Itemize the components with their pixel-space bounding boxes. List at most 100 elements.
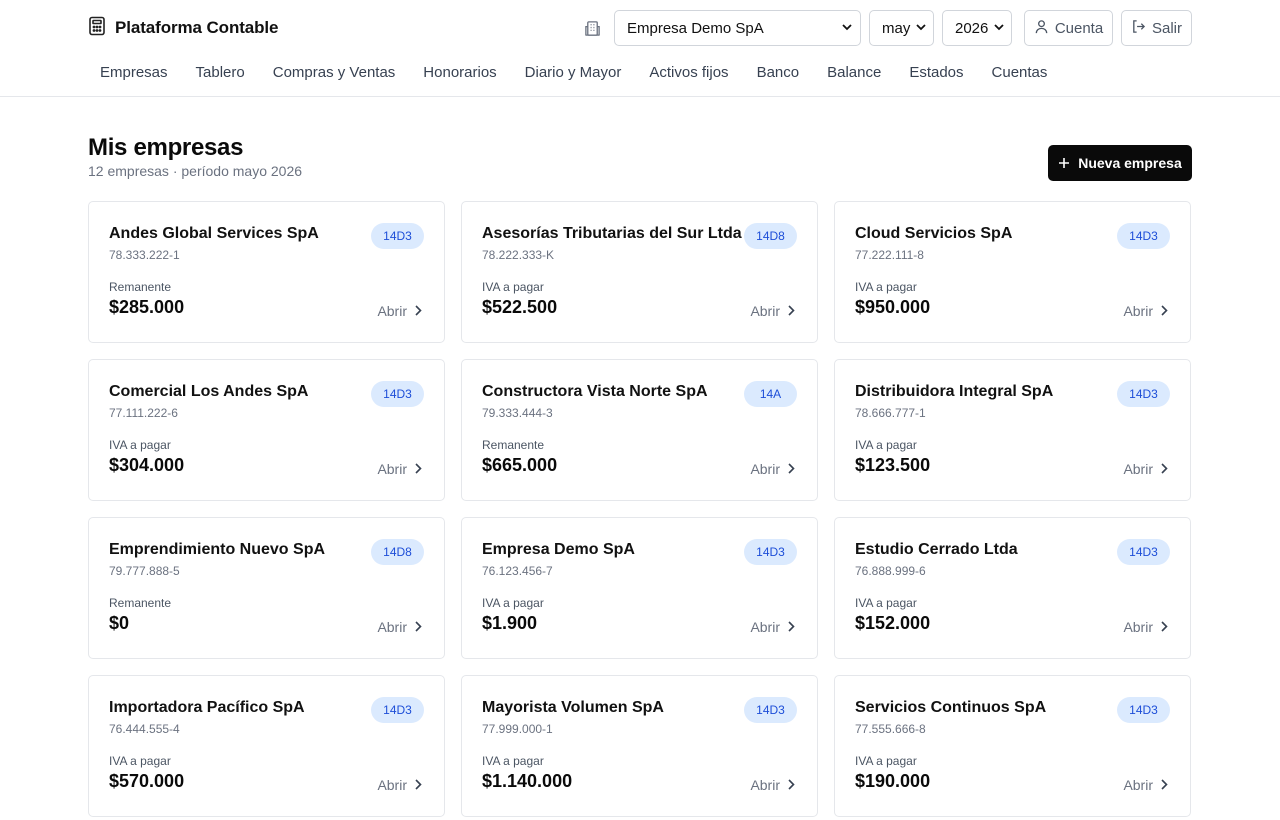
company-rut: 77.555.666-8 (855, 722, 926, 736)
company-card[interactable]: Comercial Los Andes SpA 77.111.222-6 14D3 I… (88, 359, 445, 501)
regime-badge: 14D3 (371, 381, 424, 407)
amount-label: IVA a pagar (855, 596, 917, 610)
regime-badge: 14D3 (744, 697, 797, 723)
month-select[interactable]: may (869, 10, 934, 46)
building-icon (584, 19, 602, 37)
regime-badge: 14D8 (371, 539, 424, 565)
amount-value: $123.500 (855, 455, 931, 475)
company-name: Andes Global Services SpA (109, 225, 319, 242)
company-card[interactable]: Asesorías Tributarias del Sur Ltda 78.222… (461, 201, 818, 343)
open-label: Abrir (377, 777, 407, 793)
account-button[interactable]: Cuenta (1024, 10, 1113, 46)
chevron-right-icon (788, 303, 795, 319)
open-company-link[interactable]: Abrir (1123, 777, 1168, 793)
amount-value: $950.000 (855, 297, 931, 317)
amount-label: IVA a pagar (855, 280, 917, 294)
amount-label: IVA a pagar (482, 754, 544, 768)
amount-value: $1.140.000 (482, 771, 573, 791)
app-title: Plataforma Contable (115, 18, 279, 37)
company-card[interactable]: Andes Global Services SpA 78.333.222-1 14D… (88, 201, 445, 343)
chevron-down-icon (916, 22, 926, 34)
nav-item-compras-ventas[interactable]: Compras y Ventas (259, 63, 410, 83)
company-name: Estudio Cerrado Ltda (855, 541, 1018, 558)
chevron-right-icon (415, 777, 422, 793)
nav-item-cuentas[interactable]: Cuentas (978, 63, 1062, 83)
open-company-link[interactable]: Abrir (1123, 303, 1168, 319)
company-card[interactable]: Estudio Cerrado Ltda 76.888.999-6 14D3 IVA … (834, 517, 1191, 659)
company-select[interactable]: Empresa Demo SpA (614, 10, 861, 46)
new-company-label: Nueva empresa (1078, 155, 1182, 171)
open-label: Abrir (750, 619, 780, 635)
amount-value: $304.000 (109, 455, 185, 475)
company-rut: 79.777.888-5 (109, 564, 180, 578)
new-company-button[interactable]: Nueva empresa (1048, 145, 1192, 181)
open-company-link[interactable]: Abrir (377, 461, 422, 477)
company-rut: 76.444.555-4 (109, 722, 180, 736)
nav-item-tablero[interactable]: Tablero (182, 63, 259, 83)
company-card[interactable]: Distribuidora Integral SpA 78.666.777-1 14… (834, 359, 1191, 501)
header-controls: Empresa Demo SpA may 2026 Cuenta Salir (584, 10, 1192, 46)
page-title: Mis empresas (88, 134, 244, 161)
nav-item-balance[interactable]: Balance (813, 63, 895, 83)
company-grid: Andes Global Services SpA 78.333.222-1 14D… (88, 201, 1192, 817)
open-company-link[interactable]: Abrir (377, 619, 422, 635)
regime-badge: 14D3 (1117, 697, 1170, 723)
company-rut: 78.666.777-1 (855, 406, 926, 420)
open-label: Abrir (1123, 777, 1153, 793)
brand[interactable]: Plataforma Contable (88, 16, 279, 39)
amount-label: Remanente (109, 280, 172, 294)
month-select-value: may (882, 19, 911, 37)
nav-item-empresas[interactable]: Empresas (86, 63, 182, 83)
company-name: Cloud Servicios SpA (855, 225, 1013, 242)
chevron-right-icon (1161, 619, 1168, 635)
open-company-link[interactable]: Abrir (377, 303, 422, 319)
nav-item-diario-mayor[interactable]: Diario y Mayor (511, 63, 636, 83)
nav-item-honorarios[interactable]: Honorarios (409, 63, 510, 83)
company-rut: 77.111.222-6 (109, 406, 178, 420)
company-name: Asesorías Tributarias del Sur Ltda (482, 225, 742, 242)
company-card[interactable]: Empresa Demo SpA 76.123.456-7 14D3 IVA a pa… (461, 517, 818, 659)
main-nav: Empresas Tablero Compras y Ventas Honora… (86, 63, 1061, 83)
nav-item-estados[interactable]: Estados (895, 63, 977, 83)
company-card[interactable]: Cloud Servicios SpA 77.222.111-8 14D3 IVA a… (834, 201, 1191, 343)
logout-button[interactable]: Salir (1121, 10, 1192, 46)
nav-item-activos-fijos[interactable]: Activos fijos (635, 63, 742, 83)
open-company-link[interactable]: Abrir (750, 461, 795, 477)
regime-badge: 14A (744, 381, 797, 407)
company-card[interactable]: Mayorista Volumen SpA 77.999.000-1 14D3 IVA… (461, 675, 818, 817)
company-card[interactable]: Servicios Continuos SpA 77.555.666-8 14D3 I… (834, 675, 1191, 817)
company-card[interactable]: Importadora Pacífico SpA 76.444.555-4 14D3… (88, 675, 445, 817)
top-header: Plataforma Contable Empresa Demo SpA may… (0, 0, 1280, 97)
company-rut: 78.222.333-K (482, 248, 555, 262)
open-company-link[interactable]: Abrir (750, 619, 795, 635)
company-rut: 77.999.000-1 (482, 722, 553, 736)
user-icon (1034, 19, 1049, 38)
amount-value: $665.000 (482, 455, 558, 475)
open-company-link[interactable]: Abrir (1123, 619, 1168, 635)
open-company-link[interactable]: Abrir (750, 777, 795, 793)
open-label: Abrir (750, 303, 780, 319)
chevron-right-icon (415, 303, 422, 319)
open-company-link[interactable]: Abrir (377, 777, 422, 793)
chevron-right-icon (1161, 303, 1168, 319)
open-company-link[interactable]: Abrir (1123, 461, 1168, 477)
company-rut: 78.333.222-1 (109, 248, 180, 262)
company-card[interactable]: Emprendimiento Nuevo SpA 79.777.888-5 14D8… (88, 517, 445, 659)
regime-badge: 14D3 (371, 223, 424, 249)
nav-item-banco[interactable]: Banco (743, 63, 814, 83)
company-rut: 76.888.999-6 (855, 564, 926, 578)
amount-value: $152.000 (855, 613, 931, 633)
chevron-down-icon (994, 22, 1005, 34)
year-select-value: 2026 (955, 19, 989, 37)
logout-label: Salir (1152, 19, 1183, 37)
company-name: Emprendimiento Nuevo SpA (109, 541, 326, 558)
chevron-down-icon (842, 22, 852, 34)
open-company-link[interactable]: Abrir (750, 303, 795, 319)
amount-value: $522.500 (482, 297, 558, 317)
logout-icon (1131, 19, 1146, 38)
regime-badge: 14D3 (1117, 381, 1170, 407)
year-select[interactable]: 2026 (942, 10, 1012, 46)
company-card[interactable]: Constructora Vista Norte SpA 79.333.444-3… (461, 359, 818, 501)
company-rut: 77.222.111-8 (855, 248, 924, 262)
chevron-right-icon (1161, 777, 1168, 793)
